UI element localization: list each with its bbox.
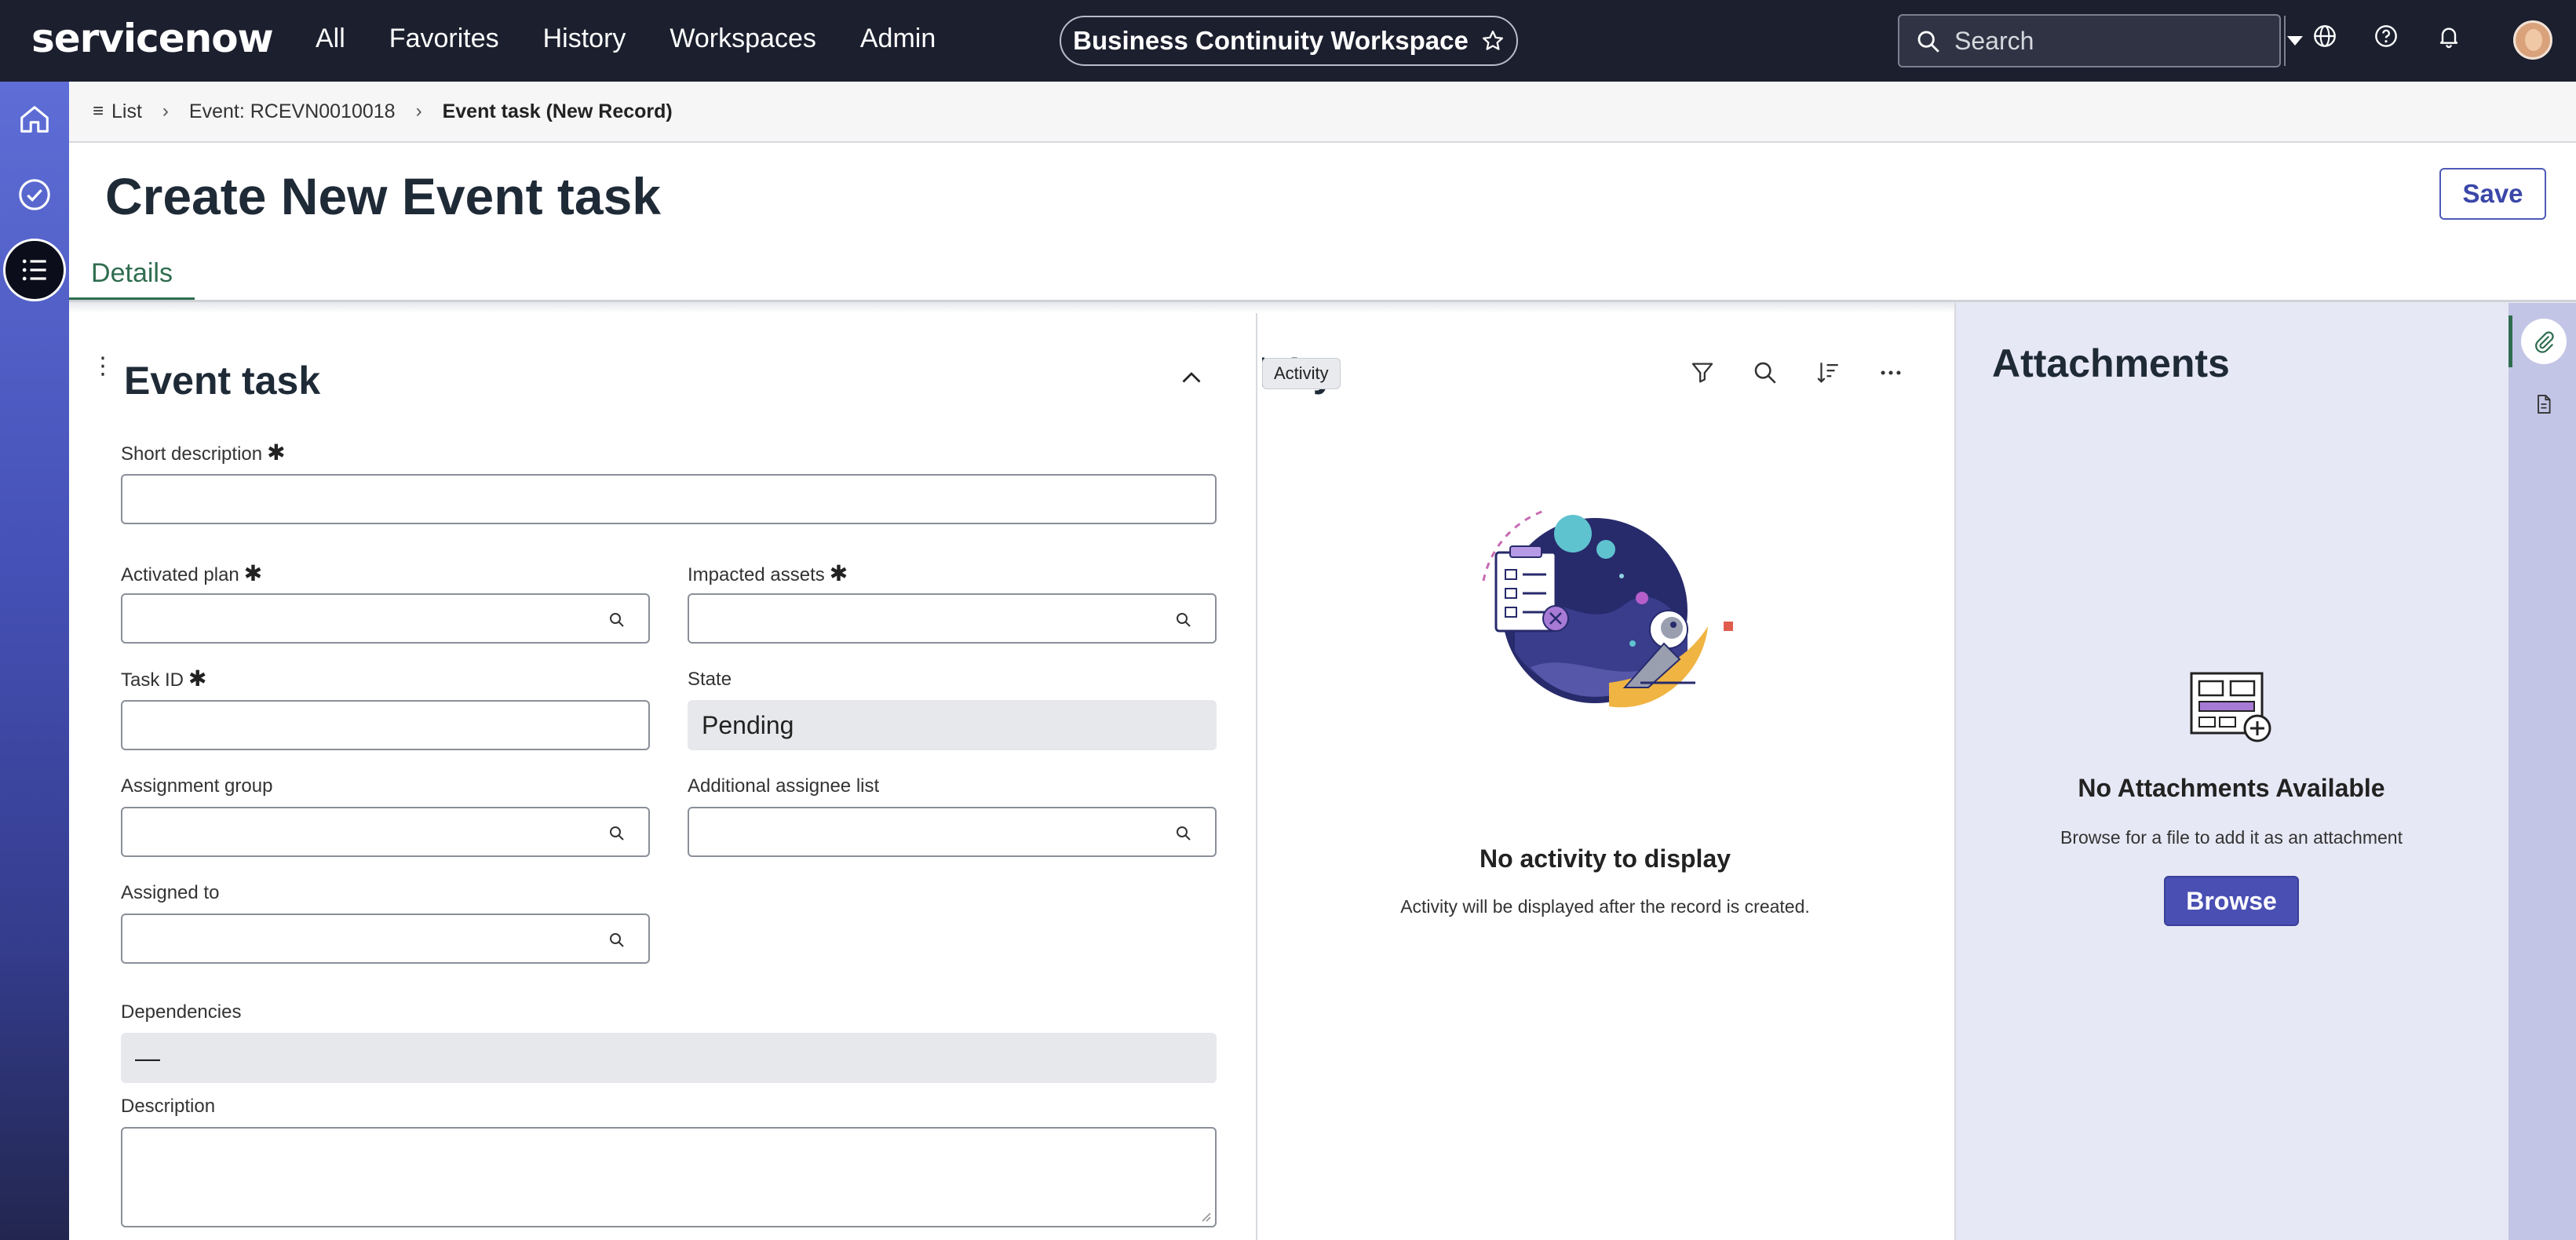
lookup-search-icon[interactable]: [1174, 611, 1193, 629]
state-value: Pending: [688, 700, 1217, 750]
short-description-label: Short description ✱: [121, 440, 286, 465]
paperclip-icon: [2535, 331, 2554, 353]
home-icon: [20, 106, 49, 133]
activity-panel: [1256, 313, 1954, 1240]
attachment-empty-icon: [2190, 672, 2271, 742]
nav-history[interactable]: History: [543, 24, 626, 54]
description-label: Description: [121, 1096, 216, 1117]
breadcrumb-list[interactable]: List: [111, 100, 142, 123]
page-title: Create New Event task: [105, 167, 661, 225]
assigned-to-input[interactable]: [122, 915, 648, 962]
filter-icon[interactable]: [1689, 359, 1716, 386]
required-icon: ✱: [829, 561, 848, 585]
state-label: State: [688, 669, 732, 690]
task-id-input[interactable]: [122, 702, 648, 749]
document-icon: [2538, 394, 2551, 414]
caret-down-icon: [2287, 36, 2303, 46]
lookup-search-icon[interactable]: [1174, 824, 1193, 843]
help-icon[interactable]: [2373, 24, 2399, 49]
search-icon: [1917, 31, 1939, 53]
additional-assignee-field: [688, 807, 1217, 857]
assignment-group-input[interactable]: [122, 808, 648, 855]
rail-document-button[interactable]: [2521, 381, 2567, 427]
required-icon: ✱: [243, 561, 263, 585]
nav-favorites[interactable]: Favorites: [389, 24, 499, 54]
list-icon: [22, 259, 46, 281]
required-icon: ✱: [267, 440, 286, 465]
activity-empty-subtitle: Activity will be displayed after the rec…: [1400, 896, 1810, 917]
chevron-up-icon[interactable]: [1177, 364, 1206, 392]
rail-tasks[interactable]: [14, 174, 55, 215]
assigned-to-field: [121, 914, 650, 964]
chevron-right-icon: ›: [415, 100, 422, 122]
attachments-empty-subtitle: Browse for a file to add it as an attach…: [2060, 827, 2403, 848]
additional-assignee-label: Additional assignee list: [688, 775, 880, 797]
global-search: [1898, 14, 2303, 67]
impacted-assets-field: [688, 593, 1217, 644]
check-circle-icon: [19, 179, 50, 210]
short-description-field: [121, 474, 1217, 524]
lookup-search-icon[interactable]: [608, 824, 626, 843]
notifications-bell-icon[interactable]: [2436, 24, 2461, 49]
right-rail: [2508, 303, 2576, 1240]
breadcrumb-event[interactable]: Event: RCEVN0010018: [189, 100, 396, 123]
nav-workspaces[interactable]: Workspaces: [670, 24, 815, 54]
more-options-icon[interactable]: [1877, 359, 1904, 386]
breadcrumb: ≡ List › Event: RCEVN0010018 › Event tas…: [69, 82, 2576, 143]
impacted-assets-input[interactable]: [689, 595, 1215, 642]
activity-tooltip: Activity: [1262, 358, 1341, 389]
activated-plan-label: Activated plan ✱: [121, 561, 263, 585]
activated-plan-input[interactable]: [122, 595, 648, 642]
nav-admin[interactable]: Admin: [860, 24, 936, 54]
workspace-title-pill[interactable]: Business Continuity Workspace: [1060, 16, 1518, 66]
lookup-search-icon[interactable]: [608, 931, 626, 950]
search-icon[interactable]: [1752, 359, 1779, 386]
search-scope-dropdown[interactable]: [2284, 16, 2304, 66]
activity-empty-title: No activity to display: [1479, 844, 1731, 873]
description-textarea[interactable]: [122, 1129, 1215, 1226]
servicenow-logo[interactable]: servicenow: [31, 16, 274, 61]
additional-assignee-input[interactable]: [689, 808, 1215, 855]
activated-plan-field: [121, 593, 650, 644]
task-id-label: Task ID ✱: [121, 666, 207, 691]
right-rail-active-indicator: [2508, 315, 2512, 367]
impacted-assets-label: Impacted assets ✱: [688, 561, 848, 585]
chevron-right-icon: ›: [162, 100, 169, 122]
task-id-field: [121, 700, 650, 750]
assigned-to-label: Assigned to: [121, 882, 220, 903]
dependencies-label: Dependencies: [121, 1001, 242, 1023]
top-navigation-bar: servicenow All Favorites History Workspa…: [0, 0, 2576, 82]
lookup-search-icon[interactable]: [608, 611, 626, 629]
left-rail: [0, 82, 69, 1240]
rail-attachments-button[interactable]: [2521, 319, 2567, 364]
list-lines-icon: ≡: [93, 100, 104, 122]
workspace-title: Business Continuity Workspace: [1073, 26, 1469, 55]
rail-list[interactable]: [3, 239, 66, 301]
attachments-panel: [1954, 303, 2508, 1240]
required-icon: ✱: [188, 666, 207, 691]
rail-home[interactable]: [14, 99, 55, 140]
dependencies-value: —: [121, 1033, 1217, 1083]
description-field: [121, 1127, 1217, 1227]
nav-all[interactable]: All: [316, 24, 345, 54]
attachments-empty-title: No Attachments Available: [2078, 774, 2385, 802]
main-nav: All Favorites History Workspaces Admin: [316, 24, 936, 54]
empty-activity-illustration: [1482, 509, 1733, 708]
section-title: Event task: [124, 359, 321, 403]
save-button[interactable]: Save: [2439, 168, 2546, 220]
assignment-group-field: [121, 807, 650, 857]
short-description-input[interactable]: [122, 476, 1215, 523]
resize-grip-icon[interactable]: [1198, 1209, 1212, 1223]
browse-button[interactable]: Browse: [2164, 876, 2299, 926]
section-menu-icon[interactable]: ⋮: [91, 355, 115, 378]
user-avatar[interactable]: [2513, 20, 2552, 60]
globe-icon[interactable]: [2312, 24, 2337, 49]
search-input[interactable]: [1899, 16, 2284, 66]
breadcrumb-current: Event task (New Record): [442, 100, 673, 122]
attachments-title: Attachments: [1992, 341, 2230, 385]
sort-icon[interactable]: [1815, 359, 1841, 386]
star-icon[interactable]: [1481, 29, 1505, 53]
tab-details[interactable]: Details: [69, 250, 195, 301]
assignment-group-label: Assignment group: [121, 775, 273, 797]
